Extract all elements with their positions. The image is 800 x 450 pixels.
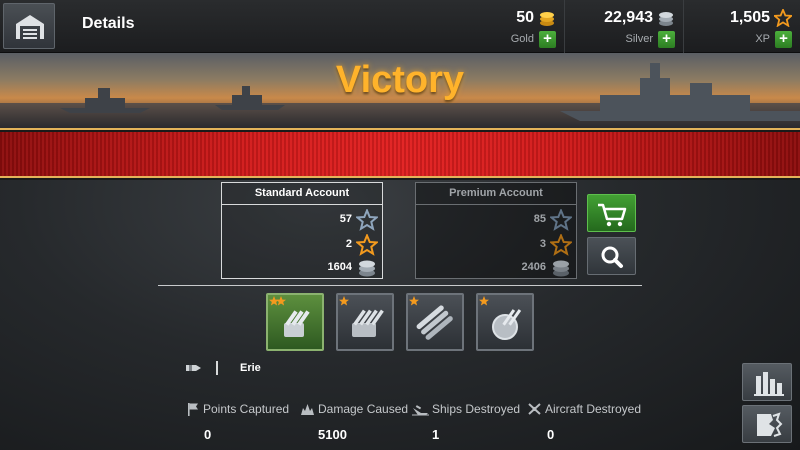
section-divider — [158, 285, 642, 286]
xp-value: 1,505 — [729, 9, 770, 26]
xp-star-icon — [774, 9, 792, 27]
explosion-icon — [301, 404, 314, 415]
sinking-ship-icon — [412, 405, 429, 416]
silver-label: Silver — [625, 33, 653, 45]
medal-anti-aircraft[interactable] — [476, 293, 534, 351]
medal-torpedoes[interactable] — [406, 293, 464, 351]
buy-premium-button[interactable] — [587, 194, 636, 232]
standard-account-panel: Standard Account 57 2 1604 — [221, 182, 383, 279]
stat-points-captured: Points Captured 0 — [186, 402, 290, 442]
silver-resource: 22,943 Silver + — [565, 0, 683, 53]
aircraft-destroyed-label: Aircraft Destroyed — [545, 402, 642, 416]
medal-secondary-battery[interactable] — [336, 293, 394, 351]
premium-xp-value: 85 — [533, 213, 546, 225]
banner-ribbon — [0, 132, 800, 176]
standard-free-xp-value: 2 — [345, 238, 352, 250]
silver-coins-icon — [553, 260, 569, 277]
orange-star-icon — [550, 234, 572, 256]
shopping-cart-icon — [598, 203, 627, 227]
separator — [216, 361, 218, 375]
premium-account-panel: Premium Account 85 3 2406 — [415, 182, 577, 279]
quad-turret-medal-icon — [339, 296, 384, 337]
aircraft-destroyed-value: 0 — [547, 427, 555, 442]
battle-result-title: Victory — [335, 59, 465, 101]
premium-account-title: Premium Account — [416, 183, 576, 205]
bar-chart-icon — [754, 372, 784, 396]
aa-gun-medal-icon — [479, 296, 522, 340]
crossed-plane-icon — [528, 403, 541, 415]
magnifier-icon — [601, 246, 623, 268]
blue-star-icon — [550, 209, 572, 231]
points-captured-label: Points Captured — [203, 402, 290, 416]
hangar-icon — [16, 15, 44, 39]
silver-coins-icon — [659, 12, 673, 26]
ships-destroyed-label: Ships Destroyed — [432, 402, 521, 416]
gold-value: 50 — [516, 9, 534, 26]
standard-account-title: Standard Account — [222, 183, 382, 205]
orange-star-icon — [356, 234, 378, 256]
silver-coins-icon — [359, 260, 375, 277]
medal-main-battery[interactable] — [266, 293, 324, 351]
gold-resource: 50 Gold + — [440, 0, 564, 53]
standard-xp-value: 57 — [339, 213, 352, 225]
home-button[interactable] — [3, 3, 55, 49]
damage-caused-label: Damage Caused — [318, 402, 409, 416]
ship-class-icon — [186, 365, 201, 371]
torpedo-launcher-medal-icon — [409, 296, 453, 340]
premium-free-xp-value: 3 — [539, 238, 546, 250]
buy-silver-button[interactable]: + — [658, 31, 675, 48]
gold-label: Gold — [510, 33, 534, 45]
gold-coins-icon — [540, 12, 554, 26]
battle-scene-image: Victory — [0, 53, 800, 128]
standard-silver-value: 1604 — [327, 261, 352, 273]
xp-resource: 1,505 XP + — [684, 0, 800, 53]
stat-aircraft-destroyed: Aircraft Destroyed 0 — [527, 402, 642, 442]
points-captured-value: 0 — [204, 427, 212, 442]
blue-star-icon — [356, 209, 378, 231]
xp-label: XP — [755, 33, 770, 45]
buy-gold-button[interactable]: + — [539, 31, 556, 48]
silver-value: 22,943 — [604, 9, 653, 26]
stat-ships-destroyed: Ships Destroyed 1 — [412, 402, 521, 442]
damaged-ship-icon — [757, 412, 783, 437]
premium-silver-value: 2406 — [521, 261, 546, 273]
buy-xp-button[interactable]: + — [775, 31, 792, 48]
top-bar: Details 50 Gold + 22,943 Silver + 1,505 … — [0, 0, 800, 53]
result-banner: Victory — [0, 53, 800, 180]
flag-icon — [188, 403, 198, 416]
banner-trim — [0, 176, 800, 178]
damage-report-button[interactable] — [742, 405, 792, 443]
damage-caused-value: 5100 — [318, 427, 347, 442]
page-title: Details — [82, 15, 135, 32]
details-search-button[interactable] — [587, 237, 636, 275]
triple-turret-medal-icon — [269, 296, 310, 337]
stat-damage-caused: Damage Caused 5100 — [300, 402, 409, 442]
team-statistics-button[interactable] — [742, 363, 792, 401]
ships-destroyed-value: 1 — [432, 427, 440, 442]
banner-trim — [0, 128, 800, 130]
ship-name: Erie — [240, 362, 261, 374]
